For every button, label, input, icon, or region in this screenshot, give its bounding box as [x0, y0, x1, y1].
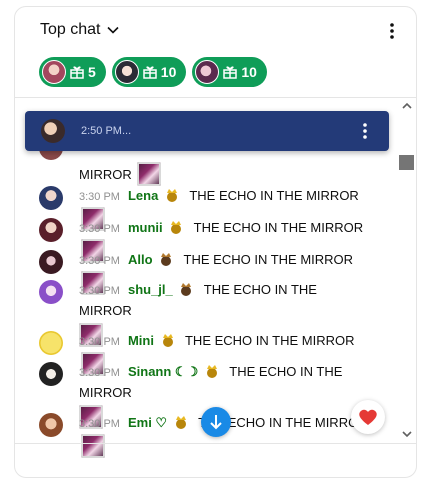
avatar	[42, 60, 66, 84]
message-text: MIRROR	[79, 167, 132, 182]
message-text: THE ECHO IN THE MIRROR	[183, 252, 354, 267]
author-name[interactable]: Emi ♡	[128, 415, 167, 430]
avatar	[39, 186, 63, 210]
avatar	[39, 413, 63, 437]
message-timestamp: 3:30 PM	[79, 418, 120, 430]
ticker-item[interactable]: 5	[39, 57, 106, 87]
member-badge-icon	[181, 283, 192, 296]
avatar	[39, 331, 63, 355]
message-timestamp: 3:30 PM	[79, 191, 120, 203]
message-timestamp: 3:30 PM	[79, 285, 120, 297]
member-badge-icon	[175, 416, 186, 429]
scrollbar-thumb[interactable]	[399, 155, 414, 170]
avatar	[39, 250, 63, 274]
message-timestamp: 3:30 PM	[79, 336, 120, 348]
member-badge-icon	[162, 334, 173, 347]
reaction-button[interactable]	[351, 400, 385, 434]
gift-icon	[143, 66, 157, 79]
more-options-icon[interactable]	[355, 121, 375, 141]
avatar	[41, 119, 65, 143]
message-timestamp: 3:30 PM	[79, 223, 120, 235]
ticker-count: 5	[88, 64, 96, 80]
avatar	[195, 60, 220, 84]
avatar	[39, 218, 63, 242]
avatar	[39, 280, 63, 304]
divider	[15, 443, 416, 444]
chat-mode-dropdown[interactable]: Top chat	[40, 21, 120, 39]
chat-header: Top chat 5 10 10	[15, 7, 416, 98]
message-timestamp: 3:30 PM	[79, 255, 120, 267]
gift-icon	[70, 66, 84, 79]
author-name[interactable]: Mini	[128, 333, 154, 348]
heart-icon	[359, 409, 377, 425]
emote-icon	[81, 434, 105, 458]
ticker-item[interactable]: 10	[192, 57, 267, 87]
message-timestamp: 3:30 PM	[79, 367, 120, 379]
more-options-icon[interactable]	[382, 21, 402, 41]
message-continuation: MIRROR	[79, 162, 369, 186]
ticker-count: 10	[241, 64, 257, 80]
ticker-bar: 5 10 10	[39, 57, 267, 87]
gift-icon	[223, 66, 238, 79]
emote-icon	[137, 162, 162, 186]
pinned-message-banner[interactable]: 2:50 PM...	[25, 111, 389, 151]
member-badge-icon	[161, 253, 172, 266]
avatar	[114, 60, 139, 84]
jump-to-bottom-button[interactable]	[201, 407, 231, 437]
author-name[interactable]: Allo	[128, 252, 153, 267]
author-name[interactable]: munii	[128, 220, 163, 235]
message-text: THE ECHO IN THE MIRROR	[184, 333, 355, 348]
scroll-down-icon[interactable]	[400, 427, 414, 441]
arrow-down-icon	[210, 415, 222, 430]
message-text: THE ECHO IN THE MIRROR	[189, 188, 359, 203]
member-badge-icon	[171, 221, 182, 234]
member-badge-icon	[206, 365, 217, 378]
author-name[interactable]: Lena	[128, 188, 158, 203]
chevron-down-icon	[107, 26, 120, 34]
author-name[interactable]: Sinann ☾☽	[128, 364, 198, 379]
chat-mode-title: Top chat	[40, 21, 101, 38]
message-text: THE ECHO IN THE MIRROR	[193, 220, 364, 235]
avatar	[39, 362, 63, 386]
ticker-count: 10	[160, 64, 177, 80]
scroll-up-icon[interactable]	[400, 99, 414, 113]
member-badge-icon	[166, 189, 177, 202]
author-name[interactable]: shu_jl_	[128, 282, 173, 297]
pinned-timestamp: 2:50 PM...	[81, 125, 132, 137]
live-chat-panel: Top chat 5 10 10 MIRROR 3:30 PM Lena THE…	[14, 6, 417, 478]
ticker-item[interactable]: 10	[111, 57, 187, 87]
